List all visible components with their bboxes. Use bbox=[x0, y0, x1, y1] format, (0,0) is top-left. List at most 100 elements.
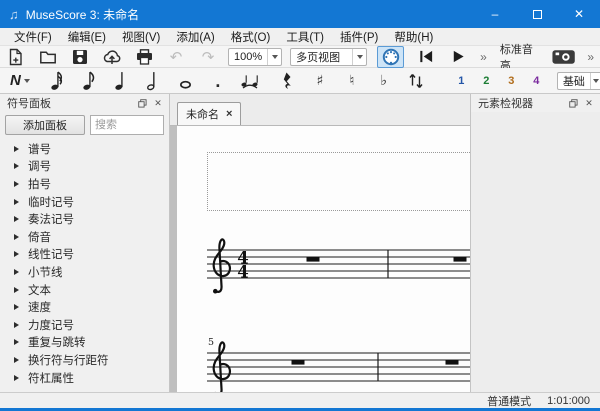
note-input-dropdown-arrow bbox=[23, 78, 30, 83]
maximize-button[interactable] bbox=[516, 0, 558, 28]
flip-direction-button[interactable] bbox=[405, 71, 427, 91]
open-file-button[interactable] bbox=[37, 47, 59, 67]
view-mode-select[interactable]: 多页视图 bbox=[290, 47, 368, 66]
augmentation-dot-button[interactable]: . bbox=[207, 71, 229, 91]
palette-category[interactable]: 拍号 bbox=[0, 175, 169, 193]
view-mode-dropdown-arrow bbox=[352, 48, 366, 65]
voice-button[interactable]: 2 bbox=[476, 71, 497, 91]
palette-category[interactable]: 谱号 bbox=[0, 140, 169, 158]
rewind-button[interactable] bbox=[415, 47, 437, 67]
float-panel-button[interactable] bbox=[566, 96, 580, 110]
staff-system-2: 5 bbox=[207, 337, 470, 392]
flat-icon: ♭ bbox=[380, 72, 388, 89]
palette-category[interactable]: 倚音 bbox=[0, 228, 169, 246]
palette-category[interactable]: 符杠属性 bbox=[0, 369, 169, 387]
measure-number: 5 bbox=[208, 337, 214, 348]
zoom-select[interactable]: 100% bbox=[228, 47, 283, 66]
menu-item[interactable]: 工具(T) bbox=[278, 28, 332, 46]
palette-category[interactable]: 调号 bbox=[0, 158, 169, 176]
midi-input-toggle[interactable] bbox=[377, 45, 405, 68]
close-panel-button[interactable]: ✕ bbox=[582, 96, 596, 110]
expand-arrow-icon bbox=[14, 286, 19, 293]
inspector-panel: 元素检视器 ✕ bbox=[470, 94, 600, 392]
treble-clef bbox=[212, 238, 232, 293]
play-button[interactable] bbox=[447, 47, 469, 67]
save-button[interactable] bbox=[69, 47, 91, 67]
whole-rest-measure-6[interactable] bbox=[445, 360, 459, 365]
workspace-select[interactable]: 基础 bbox=[556, 71, 600, 90]
score-tab-bar: 未命名 × bbox=[170, 94, 470, 126]
float-icon bbox=[568, 98, 578, 108]
add-palettes-button[interactable]: 添加面板 bbox=[5, 115, 85, 135]
eighth-note-button[interactable] bbox=[79, 71, 101, 91]
flat-button[interactable]: ♭ bbox=[373, 71, 395, 91]
maximize-icon bbox=[532, 9, 542, 19]
score-tab[interactable]: 未命名 × bbox=[177, 102, 242, 125]
whole-rest-measure-2[interactable] bbox=[453, 257, 467, 262]
image-capture-button[interactable] bbox=[552, 47, 575, 67]
toolbar-overflow-left[interactable]: » bbox=[480, 50, 487, 64]
title-frame[interactable] bbox=[207, 152, 470, 211]
minimize-button[interactable]: – bbox=[474, 0, 516, 28]
voice-button[interactable]: 3 bbox=[501, 71, 522, 91]
sixteenth-note-button[interactable] bbox=[47, 71, 69, 91]
palette-category[interactable]: 速度 bbox=[0, 298, 169, 316]
save-online-button[interactable] bbox=[101, 47, 123, 67]
palette-search-input[interactable] bbox=[90, 115, 164, 135]
redo-button[interactable]: ↷ bbox=[197, 47, 219, 67]
whole-note-button[interactable] bbox=[175, 71, 197, 91]
expand-arrow-icon bbox=[14, 356, 19, 363]
menu-item[interactable]: 帮助(H) bbox=[386, 28, 441, 46]
title-bar: ♫ MuseScore 3: 未命名 – ✕ bbox=[0, 0, 600, 28]
menu-item[interactable]: 格式(O) bbox=[223, 28, 279, 46]
sharp-button[interactable]: ♯ bbox=[309, 71, 331, 91]
expand-arrow-icon bbox=[14, 268, 19, 275]
menu-item[interactable]: 文件(F) bbox=[6, 28, 60, 46]
expand-arrow-icon bbox=[14, 198, 19, 205]
voice-button[interactable]: 4 bbox=[526, 71, 547, 91]
undo-button[interactable]: ↶ bbox=[165, 47, 187, 67]
time-signature-denominator[interactable]: 4 bbox=[237, 263, 248, 282]
expand-arrow-icon bbox=[14, 216, 19, 223]
palette-category[interactable]: 临时记号 bbox=[0, 193, 169, 211]
expand-arrow-icon bbox=[14, 304, 19, 311]
palette-category[interactable]: 力度记号 bbox=[0, 316, 169, 334]
close-button[interactable]: ✕ bbox=[558, 0, 600, 28]
whole-rest-measure-5[interactable] bbox=[291, 360, 305, 365]
note-input-mode-button[interactable]: N bbox=[10, 72, 30, 89]
augmentation-dot-icon: . bbox=[215, 70, 221, 91]
palette-category[interactable]: 线性记号 bbox=[0, 246, 169, 264]
natural-button[interactable]: ♮ bbox=[341, 71, 363, 91]
print-button[interactable] bbox=[133, 47, 155, 67]
menu-item[interactable]: 视图(V) bbox=[114, 28, 168, 46]
toolbar-overflow-right[interactable]: » bbox=[587, 50, 594, 64]
new-score-icon bbox=[9, 48, 22, 65]
tab-close-icon[interactable]: × bbox=[226, 108, 232, 120]
whole-rest-measure-1[interactable] bbox=[306, 257, 320, 262]
redo-icon: ↷ bbox=[201, 48, 215, 66]
menu-item[interactable]: 插件(P) bbox=[332, 28, 386, 46]
menu-item[interactable]: 编辑(E) bbox=[60, 28, 114, 46]
new-score-button[interactable] bbox=[5, 47, 27, 67]
sixteenth-note-icon bbox=[51, 71, 63, 90]
float-icon bbox=[137, 98, 147, 108]
expand-arrow-icon bbox=[14, 145, 19, 152]
rest-button[interactable] bbox=[277, 71, 299, 91]
tie-button[interactable] bbox=[239, 71, 261, 91]
palette-category[interactable]: 小节线 bbox=[0, 263, 169, 281]
palettes-panel-header: 符号面板 ✕ bbox=[0, 94, 169, 112]
palette-category[interactable]: 换行符与行距符 bbox=[0, 351, 169, 369]
close-panel-button[interactable]: ✕ bbox=[151, 96, 165, 110]
score-canvas[interactable]: 4 4 5 bbox=[170, 126, 470, 392]
score-page[interactable]: 4 4 5 bbox=[177, 126, 470, 392]
menu-item[interactable]: 添加(A) bbox=[168, 28, 222, 46]
palette-category[interactable]: 文本 bbox=[0, 281, 169, 299]
half-note-button[interactable] bbox=[143, 71, 165, 91]
quarter-note-button[interactable] bbox=[111, 71, 133, 91]
voice-button[interactable]: 1 bbox=[451, 71, 472, 91]
palettes-panel: 符号面板 ✕ 添加面板 谱号 调号 bbox=[0, 94, 170, 392]
palette-category[interactable]: 重复与跳转 bbox=[0, 334, 169, 352]
palette-category[interactable]: 奏法记号 bbox=[0, 210, 169, 228]
float-panel-button[interactable] bbox=[135, 96, 149, 110]
print-icon bbox=[136, 48, 152, 65]
